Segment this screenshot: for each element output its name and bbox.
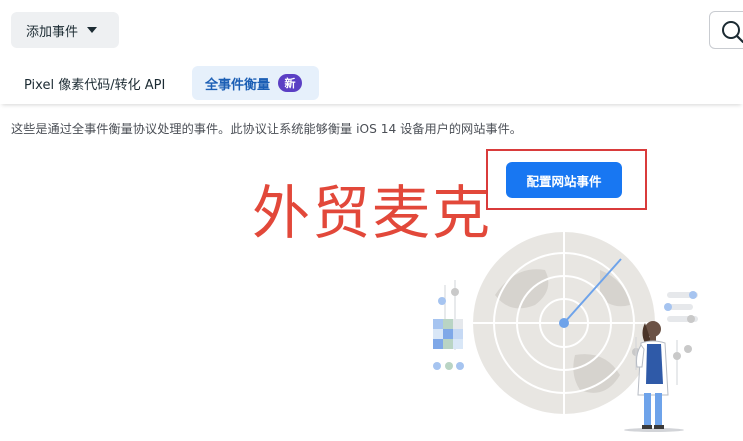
add-event-dropdown-button[interactable]: 添加事件 <box>11 12 119 48</box>
events-manager-page: 添加事件 Pixel 像素代码/转化 API 全事件衡量 新 这些是通过全事件衡… <box>0 0 743 441</box>
radar-scientist-illustration <box>425 225 743 441</box>
tab-aggregated-event-measurement[interactable]: 全事件衡量 新 <box>192 66 319 100</box>
tab-pixel-conversions-api[interactable]: Pixel 像素代码/转化 API <box>12 66 177 100</box>
tab-bar: Pixel 像素代码/转化 API 全事件衡量 新 <box>0 60 743 104</box>
caret-down-icon <box>87 27 98 33</box>
add-event-label: 添加事件 <box>26 24 79 40</box>
configure-web-events-button[interactable]: 配置网站事件 <box>506 162 622 198</box>
search-icon <box>722 21 743 44</box>
watermark-text: 外贸麦克 <box>252 179 493 247</box>
tab-pixel-label: Pixel 像素代码/转化 API <box>24 77 166 93</box>
search-button[interactable] <box>709 11 743 49</box>
aem-description: 这些是通过全事件衡量协议处理的事件。此协议让系统能够衡量 iOS 14 设备用户… <box>11 122 522 136</box>
tab-aem-label: 全事件衡量 <box>205 77 271 93</box>
configure-web-events-label: 配置网站事件 <box>526 173 602 189</box>
new-badge: 新 <box>278 74 303 92</box>
